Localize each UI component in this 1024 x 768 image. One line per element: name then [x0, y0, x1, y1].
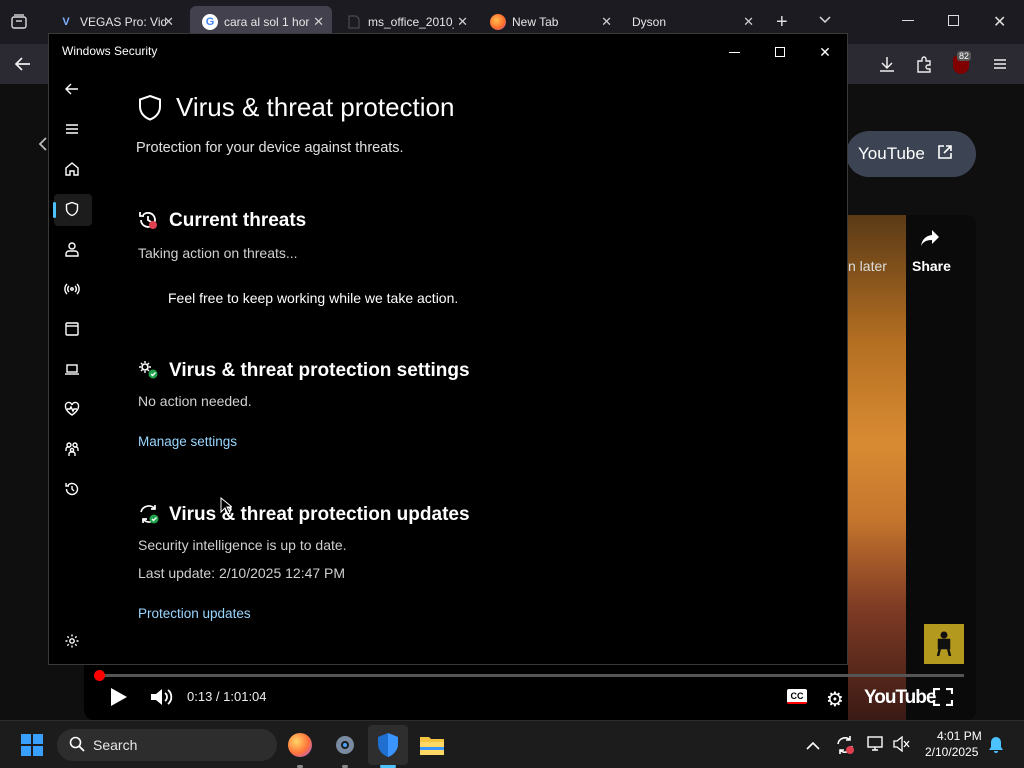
mouse-cursor-icon — [220, 496, 234, 520]
maximize-icon — [775, 47, 785, 57]
minimize-button[interactable] — [714, 39, 754, 65]
clock-time[interactable]: 4:01 PM — [937, 729, 982, 743]
current-threats-note: Feel free to keep working while we take … — [168, 290, 459, 306]
tab-title: Dyson — [632, 15, 667, 29]
windows-security-taskbar-icon[interactable] — [372, 729, 404, 761]
page-shield-icon — [137, 94, 163, 127]
external-link-icon — [937, 144, 953, 165]
protection-settings-status: No action needed. — [138, 393, 252, 409]
play-icon[interactable] — [110, 687, 128, 712]
protection-updates-heading: Virus & threat protection updates — [169, 504, 470, 525]
tab-title: VEGAS Pro: Vide — [80, 15, 166, 29]
shield-icon[interactable] — [61, 198, 83, 220]
firefox-taskbar-icon[interactable] — [284, 729, 316, 761]
share-label[interactable]: Share — [912, 258, 951, 274]
volume-muted-tray-icon[interactable] — [893, 735, 911, 757]
back-arrow-icon[interactable] — [61, 78, 83, 100]
video-time: 0:13 / 1:01:04 — [187, 689, 267, 704]
security-alert-tray-icon[interactable] — [835, 735, 855, 760]
document-icon — [346, 14, 362, 30]
tab-title: cara al sol 1 hor — [224, 15, 310, 29]
download-icon[interactable] — [878, 55, 896, 78]
browser-minimize-icon[interactable] — [902, 20, 914, 21]
health-heartbeat-icon[interactable] — [61, 398, 83, 420]
family-options-icon[interactable] — [61, 438, 83, 460]
sidebar-active-indicator — [53, 202, 56, 218]
app-browser-control-icon[interactable] — [61, 318, 83, 340]
tab-title: ms_office_2010_ — [368, 15, 454, 29]
tab-title: New Tab — [512, 15, 559, 29]
device-laptop-icon[interactable] — [61, 358, 83, 380]
file-explorer-taskbar-icon[interactable] — [416, 729, 448, 761]
close-icon[interactable]: ✕ — [163, 14, 174, 30]
clock-date[interactable]: 2/10/2025 — [925, 745, 978, 759]
protection-updates-status: Security intelligence is up to date. — [138, 537, 347, 553]
tab-overflow-chevron-icon[interactable] — [818, 12, 832, 31]
back-arrow-icon[interactable] — [14, 55, 32, 78]
protection-settings-heading: Virus & threat protection settings — [169, 360, 470, 381]
vegas-icon: V — [62, 16, 70, 28]
protection-history-icon[interactable] — [61, 478, 83, 500]
maximize-button[interactable] — [760, 39, 800, 65]
browser-close-icon[interactable]: ✕ — [993, 12, 1006, 32]
channel-watermark-icon[interactable] — [924, 624, 964, 664]
video-frame-image — [848, 215, 906, 720]
close-button[interactable]: ✕ — [805, 39, 845, 65]
account-person-icon[interactable] — [61, 238, 83, 260]
network-antenna-icon[interactable] — [61, 278, 83, 300]
fullscreen-icon[interactable] — [932, 687, 954, 711]
video-progress-scrubber[interactable] — [94, 670, 105, 681]
protection-updates-link[interactable]: Protection updates — [138, 606, 251, 621]
tray-chevron-up-icon[interactable] — [806, 738, 820, 756]
settings-gear-icon[interactable] — [61, 630, 83, 652]
protection-updates-icon — [138, 503, 160, 530]
page-title: Virus & threat protection — [176, 92, 455, 122]
video-progress-track[interactable] — [98, 674, 964, 677]
windows-taskbar: Search 4:01 PM 2/10/2025 — [0, 720, 1024, 768]
windows-start-icon[interactable] — [16, 729, 48, 761]
share-icon[interactable] — [920, 229, 940, 252]
settings-taskbar-icon[interactable] — [329, 729, 361, 761]
home-icon[interactable] — [61, 158, 83, 180]
new-tab-plus-icon[interactable]: + — [776, 11, 788, 34]
close-icon: ✕ — [819, 43, 831, 60]
network-tray-icon[interactable] — [867, 736, 885, 757]
menu-hamburger-icon[interactable] — [993, 57, 1007, 76]
tab-list-icon[interactable] — [10, 13, 28, 31]
extensions-puzzle-icon[interactable] — [915, 55, 933, 78]
current-threats-heading: Current threats — [169, 210, 307, 231]
hamburger-menu-icon[interactable] — [61, 118, 83, 140]
google-icon: G — [202, 14, 218, 30]
extension-badge: 82 — [957, 51, 972, 61]
notification-bell-icon[interactable] — [988, 736, 1004, 759]
windows-security-window: Windows Security ✕ Virus & threat protec… — [48, 33, 848, 665]
current-threats-icon — [138, 210, 158, 235]
page-subtitle: Protection for your device against threa… — [136, 140, 404, 156]
firefox-icon — [490, 14, 506, 30]
search-label: Search — [93, 737, 138, 753]
taskbar-search-box[interactable]: Search — [57, 729, 277, 761]
close-icon[interactable]: ✕ — [313, 14, 324, 30]
search-icon — [69, 736, 85, 755]
youtube-logo[interactable]: YouTube — [864, 687, 936, 709]
minimize-icon — [728, 51, 740, 53]
captions-icon[interactable]: CC — [787, 689, 807, 704]
volume-icon[interactable] — [150, 687, 174, 712]
last-update-time: Last update: 2/10/2025 12:47 PM — [138, 565, 346, 581]
youtube-open-button[interactable]: YouTube — [846, 131, 976, 177]
watch-later-label[interactable]: n later — [848, 258, 887, 274]
manage-settings-link[interactable]: Manage settings — [138, 434, 237, 449]
close-icon[interactable]: ✕ — [743, 14, 754, 30]
settings-gear-icon[interactable]: ⚙ — [826, 687, 844, 712]
close-icon[interactable]: ✕ — [457, 14, 468, 30]
browser-restore-icon[interactable] — [948, 15, 959, 26]
youtube-button-label: YouTube — [858, 144, 925, 163]
page-back-chevron-icon[interactable] — [38, 136, 48, 157]
window-title: Windows Security — [62, 44, 158, 58]
current-threats-status: Taking action on threats... — [138, 245, 298, 261]
settings-gears-icon — [138, 360, 160, 385]
close-icon[interactable]: ✕ — [601, 14, 612, 30]
